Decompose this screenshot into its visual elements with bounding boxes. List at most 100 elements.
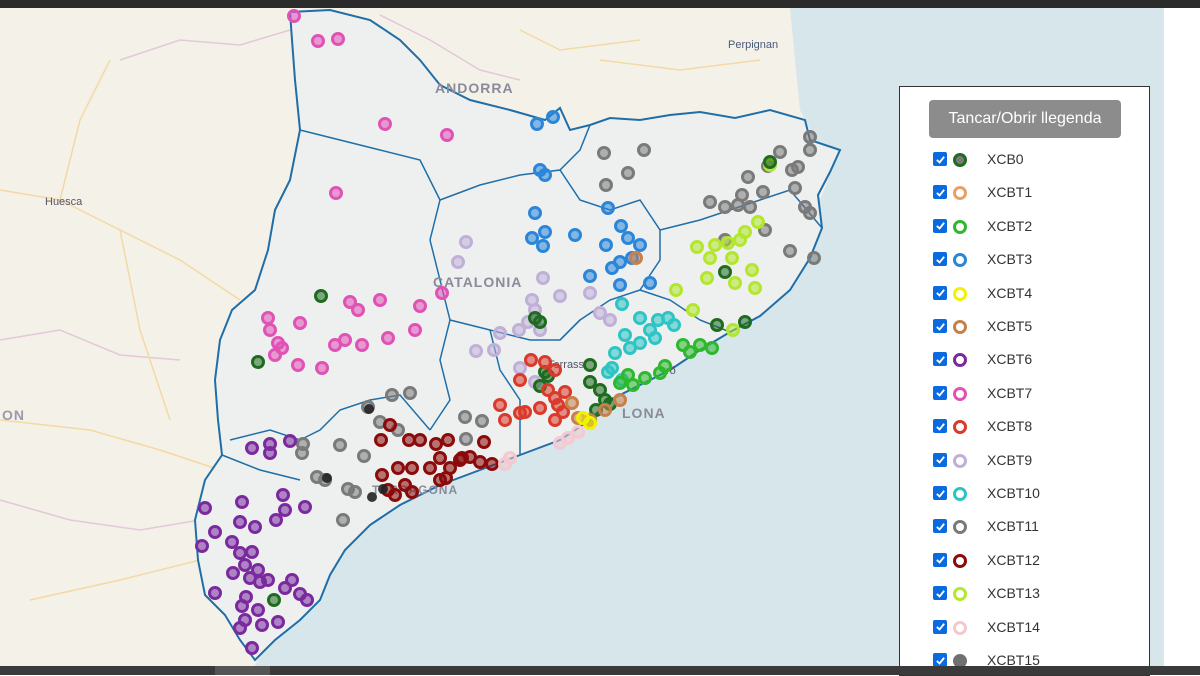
- station-marker[interactable]: [378, 484, 388, 494]
- station-marker[interactable]: [513, 373, 527, 387]
- legend-checkbox[interactable]: [933, 352, 947, 367]
- legend-item[interactable]: XCBT8: [933, 415, 1032, 437]
- legend-item[interactable]: XCBT14: [933, 616, 1040, 638]
- station-marker[interactable]: [283, 434, 297, 448]
- station-marker[interactable]: [364, 404, 374, 414]
- station-marker[interactable]: [773, 145, 787, 159]
- legend-item[interactable]: XCBT6: [933, 348, 1032, 370]
- station-marker[interactable]: [546, 110, 560, 124]
- station-marker[interactable]: [388, 488, 402, 502]
- station-marker[interactable]: [556, 405, 570, 419]
- station-marker[interactable]: [571, 425, 585, 439]
- station-marker[interactable]: [455, 451, 469, 465]
- station-marker[interactable]: [245, 545, 259, 559]
- station-marker[interactable]: [703, 251, 717, 265]
- station-marker[interactable]: [536, 271, 550, 285]
- station-marker[interactable]: [633, 336, 647, 350]
- station-marker[interactable]: [599, 238, 613, 252]
- station-marker[interactable]: [378, 117, 392, 131]
- station-marker[interactable]: [743, 200, 757, 214]
- station-marker[interactable]: [255, 618, 269, 632]
- station-marker[interactable]: [441, 433, 455, 447]
- station-marker[interactable]: [629, 251, 643, 265]
- station-marker[interactable]: [597, 146, 611, 160]
- legend-checkbox[interactable]: [933, 653, 947, 667]
- station-marker[interactable]: [331, 32, 345, 46]
- page-scroll-column[interactable]: [1163, 8, 1200, 666]
- legend-checkbox[interactable]: [933, 452, 947, 467]
- station-marker[interactable]: [300, 593, 314, 607]
- station-marker[interactable]: [208, 586, 222, 600]
- station-marker[interactable]: [226, 566, 240, 580]
- station-marker[interactable]: [248, 520, 262, 534]
- station-marker[interactable]: [485, 457, 499, 471]
- station-marker[interactable]: [621, 166, 635, 180]
- station-marker[interactable]: [751, 215, 765, 229]
- station-marker[interactable]: [614, 219, 628, 233]
- station-marker[interactable]: [731, 198, 745, 212]
- legend-item[interactable]: XCB0: [933, 148, 1024, 170]
- station-marker[interactable]: [429, 437, 443, 451]
- legend-item[interactable]: XCBT3: [933, 248, 1032, 270]
- station-marker[interactable]: [565, 396, 579, 410]
- station-marker[interactable]: [458, 410, 472, 424]
- station-marker[interactable]: [733, 233, 747, 247]
- station-marker[interactable]: [440, 128, 454, 142]
- station-marker[interactable]: [269, 513, 283, 527]
- station-marker[interactable]: [373, 293, 387, 307]
- station-marker[interactable]: [233, 515, 247, 529]
- station-marker[interactable]: [548, 363, 562, 377]
- station-marker[interactable]: [605, 261, 619, 275]
- station-marker[interactable]: [475, 414, 489, 428]
- legend-item[interactable]: XCBT5: [933, 315, 1032, 337]
- station-marker[interactable]: [533, 401, 547, 415]
- station-marker[interactable]: [433, 451, 447, 465]
- station-marker[interactable]: [195, 539, 209, 553]
- station-marker[interactable]: [263, 323, 277, 337]
- station-marker[interactable]: [583, 375, 597, 389]
- station-marker[interactable]: [803, 206, 817, 220]
- station-marker[interactable]: [408, 323, 422, 337]
- station-marker[interactable]: [405, 461, 419, 475]
- station-marker[interactable]: [615, 297, 629, 311]
- station-marker[interactable]: [643, 323, 657, 337]
- station-marker[interactable]: [583, 286, 597, 300]
- station-marker[interactable]: [263, 437, 277, 451]
- station-marker[interactable]: [329, 186, 343, 200]
- station-marker[interactable]: [383, 418, 397, 432]
- station-marker[interactable]: [718, 265, 732, 279]
- station-marker[interactable]: [538, 355, 552, 369]
- station-marker[interactable]: [553, 289, 567, 303]
- station-marker[interactable]: [459, 432, 473, 446]
- station-marker[interactable]: [261, 573, 275, 587]
- station-marker[interactable]: [783, 244, 797, 258]
- station-marker[interactable]: [601, 365, 615, 379]
- station-marker[interactable]: [726, 323, 740, 337]
- station-marker[interactable]: [643, 276, 657, 290]
- station-marker[interactable]: [536, 239, 550, 253]
- station-marker[interactable]: [336, 513, 350, 527]
- station-marker[interactable]: [443, 461, 457, 475]
- station-marker[interactable]: [568, 228, 582, 242]
- station-marker[interactable]: [621, 231, 635, 245]
- station-marker[interactable]: [405, 485, 419, 499]
- station-marker[interactable]: [599, 178, 613, 192]
- station-marker[interactable]: [598, 403, 612, 417]
- legend-item[interactable]: XCBT11: [933, 515, 1039, 537]
- station-marker[interactable]: [295, 446, 309, 460]
- station-marker[interactable]: [357, 449, 371, 463]
- station-marker[interactable]: [538, 225, 552, 239]
- legend-item[interactable]: XCBT13: [933, 582, 1040, 604]
- station-marker[interactable]: [208, 525, 222, 539]
- legend-item[interactable]: XCBT9: [933, 449, 1032, 471]
- station-marker[interactable]: [669, 283, 683, 297]
- station-marker[interactable]: [333, 438, 347, 452]
- legend-checkbox[interactable]: [933, 486, 947, 500]
- station-marker[interactable]: [251, 355, 265, 369]
- station-marker[interactable]: [558, 385, 572, 399]
- station-marker[interactable]: [667, 318, 681, 332]
- legend-item[interactable]: XCBT12: [933, 549, 1040, 571]
- station-marker[interactable]: [245, 641, 259, 655]
- legend-item[interactable]: XCBT7: [933, 382, 1032, 404]
- legend-checkbox[interactable]: [933, 419, 947, 434]
